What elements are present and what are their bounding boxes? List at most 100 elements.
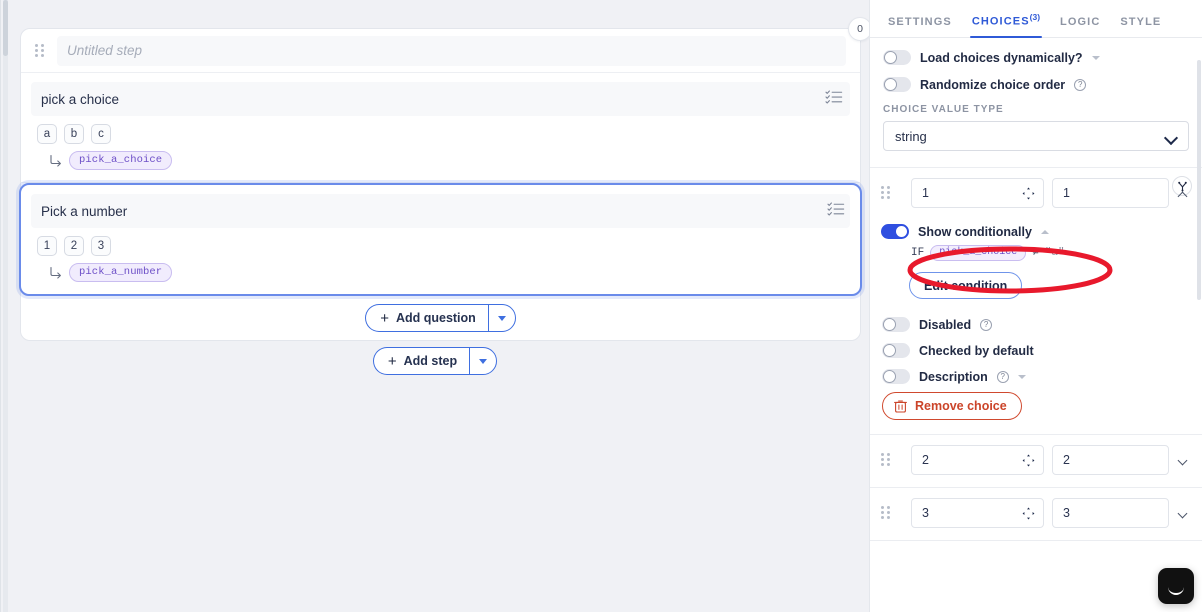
tab-choices-label: CHOICES (971, 16, 1030, 28)
choice-value-input-3[interactable]: 3 (911, 498, 1044, 528)
choice-value-type-select[interactable]: string (883, 121, 1189, 151)
load-choices-dynamically-toggle[interactable] (883, 50, 911, 65)
add-question-split-button: + Add question (365, 304, 516, 332)
remove-choice-button[interactable]: Remove choice (882, 392, 1022, 420)
choice-drag-handle-icon[interactable] (881, 453, 891, 467)
question-block-pick-a-choice[interactable]: pick a choice a b c pick_a_choice (21, 73, 860, 183)
trash-icon (894, 400, 907, 413)
panel-body: Load choices dynamically? Randomize choi… (870, 38, 1202, 612)
disabled-toggle[interactable] (882, 317, 910, 332)
choice-item-3: 3 3 (870, 488, 1202, 541)
choice-label-input-3[interactable]: 3 (1052, 498, 1169, 528)
tab-settings[interactable]: SETTINGS (878, 16, 962, 37)
chat-bubble-icon (1168, 587, 1184, 595)
choice-label-input-2[interactable]: 2 (1052, 445, 1169, 475)
question-options: 1 2 3 (31, 236, 850, 256)
chevron-down-icon (497, 315, 506, 321)
add-step-button[interactable]: + Add step (372, 347, 470, 375)
variable-pill[interactable]: pick_a_number (69, 263, 173, 282)
move-icon[interactable] (1022, 507, 1035, 520)
condition-operator: ≠ (1032, 247, 1039, 259)
variable-pill[interactable]: pick_a_choice (69, 151, 173, 170)
choice-value-type-value: string (895, 128, 927, 144)
randomize-choice-order-row: Randomize choice order ? (883, 77, 1189, 92)
add-question-button[interactable]: + Add question (365, 304, 488, 332)
add-question-area: + Add question (21, 296, 860, 340)
option-chip[interactable]: a (37, 124, 57, 144)
description-row: Description ? (882, 369, 1191, 384)
tab-logic[interactable]: LOGIC (1050, 16, 1110, 37)
choice-item-1: 1 1 Show conditionally IF pick_a_choice … (870, 168, 1202, 435)
option-chip[interactable]: c (91, 124, 111, 144)
add-step-split-button: + Add step (372, 347, 498, 375)
disabled-row: Disabled ? (882, 317, 1191, 332)
option-chip[interactable]: b (64, 124, 84, 144)
option-chip[interactable]: 1 (37, 236, 57, 256)
plus-icon: + (387, 352, 397, 370)
properties-panel: SETTINGS CHOICES(3) LOGIC STYLE Load cho… (869, 0, 1202, 612)
remove-choice-label: Remove choice (915, 399, 1007, 413)
choice-label-text: 1 (1063, 186, 1070, 200)
step-header[interactable]: Untitled step (21, 29, 860, 73)
arrow-turn-down-right-icon (50, 154, 61, 167)
chevron-up-icon (1178, 190, 1190, 197)
question-variable-row: pick_a_number (31, 263, 850, 282)
arrow-turn-down-right-icon (50, 266, 61, 279)
checklist-icon[interactable] (825, 90, 843, 104)
description-label: Description (919, 369, 988, 384)
choice-row-3: 3 3 (881, 498, 1191, 528)
randomize-choice-order-toggle[interactable] (883, 77, 911, 92)
show-conditionally-block: Show conditionally IF pick_a_choice ≠ "a… (881, 224, 1191, 299)
choice-value-input-1[interactable]: 1 (911, 178, 1044, 208)
question-title[interactable]: Pick a number (31, 194, 850, 228)
choice-value-input-2[interactable]: 2 (911, 445, 1044, 475)
move-icon[interactable] (1022, 187, 1035, 200)
load-choices-dynamically-label: Load choices dynamically? (920, 50, 1083, 65)
tab-style[interactable]: STYLE (1110, 16, 1171, 37)
question-title[interactable]: pick a choice (31, 82, 850, 116)
help-icon[interactable]: ? (996, 370, 1009, 383)
expand-choice-button[interactable] (1177, 457, 1191, 464)
help-icon[interactable]: ? (1074, 78, 1087, 91)
chevron-down-icon (1165, 133, 1177, 140)
description-toggle[interactable] (882, 369, 910, 384)
choice-drag-handle-icon[interactable] (881, 186, 891, 200)
choice-drag-handle-icon[interactable] (881, 506, 891, 520)
show-conditionally-toggle[interactable] (881, 224, 909, 239)
question-variable-row: pick_a_choice (31, 151, 850, 170)
choice-label-input-1[interactable]: 1 (1052, 178, 1169, 208)
choice-row-1: 1 1 (881, 178, 1191, 208)
condition-if-keyword: IF (911, 247, 925, 259)
chevron-down-icon (1178, 510, 1190, 517)
chevron-down-icon[interactable] (1091, 55, 1100, 60)
tab-choices[interactable]: CHOICES(3) (962, 12, 1050, 38)
chevron-up-icon[interactable] (1040, 229, 1049, 234)
checklist-icon[interactable] (827, 202, 845, 216)
choices-list: 1 1 Show conditionally IF pick_a_choice … (870, 167, 1202, 541)
option-chip[interactable]: 3 (91, 236, 111, 256)
panel-scrollbar-thumb[interactable] (1197, 60, 1201, 300)
randomize-choice-order-label: Randomize choice order (920, 77, 1066, 92)
collapse-choice-button[interactable] (1177, 190, 1191, 197)
step-drag-handle-icon[interactable] (35, 43, 45, 58)
checked-by-default-label: Checked by default (919, 343, 1034, 358)
checked-by-default-row: Checked by default (882, 343, 1191, 358)
chat-launcher-button[interactable] (1158, 568, 1194, 604)
add-question-label: Add question (395, 311, 476, 325)
condition-variable-pill[interactable]: pick_a_choice (930, 245, 1027, 261)
add-step-dropdown-button[interactable] (469, 347, 498, 375)
checked-by-default-toggle[interactable] (882, 343, 910, 358)
edit-condition-button[interactable]: Edit condition (909, 272, 1023, 299)
question-block-pick-a-number[interactable]: Pick a number 1 2 3 pick_a_number (19, 183, 862, 296)
plus-icon: + (380, 309, 389, 327)
step-title-placeholder: Untitled step (67, 43, 143, 58)
move-icon[interactable] (1022, 454, 1035, 467)
expand-choice-button[interactable] (1177, 510, 1191, 517)
add-question-dropdown-button[interactable] (487, 304, 516, 332)
help-icon[interactable]: ? (980, 318, 993, 331)
chevron-down-icon[interactable] (1017, 374, 1026, 379)
show-conditionally-label: Show conditionally (918, 224, 1032, 239)
option-chip[interactable]: 2 (64, 236, 84, 256)
choice-value-type-label: CHOICE VALUE TYPE (883, 104, 1004, 115)
step-title-input[interactable]: Untitled step (57, 35, 846, 66)
